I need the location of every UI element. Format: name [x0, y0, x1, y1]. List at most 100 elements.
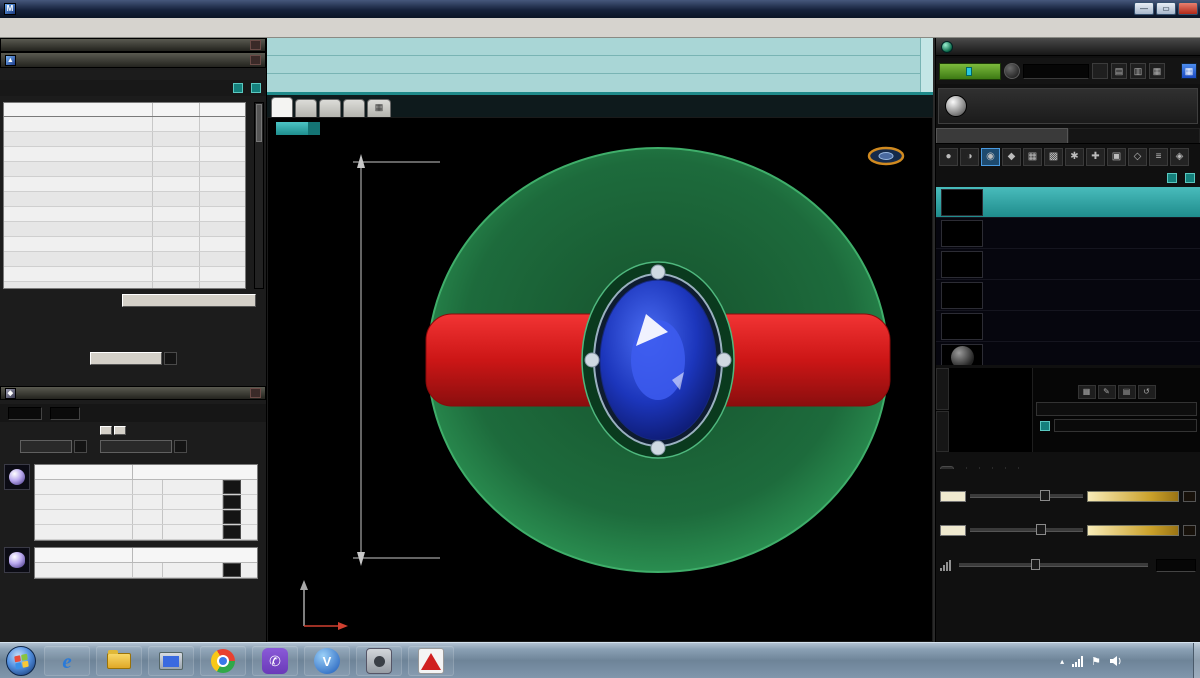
render-button[interactable]: [939, 62, 1001, 80]
grid-icon[interactable]: ▦: [1077, 385, 1096, 399]
menu-item-view[interactable]: [28, 26, 42, 30]
vray-header[interactable]: [936, 38, 1200, 56]
save-report-arrow-icon[interactable]: [174, 440, 187, 453]
gv-toggle-icon[interactable]: [233, 83, 243, 93]
triangle-app-icon[interactable]: [408, 646, 454, 676]
slider-thumb[interactable]: [1030, 559, 1040, 570]
command-area[interactable]: [267, 38, 933, 95]
explorer-folder-icon[interactable]: [96, 646, 142, 676]
menu-item-file[interactable]: [0, 26, 14, 30]
close-button[interactable]: [1178, 2, 1198, 15]
use-object-materials-button[interactable]: [122, 294, 256, 307]
calculate-button[interactable]: [90, 352, 162, 365]
menu-item-mesh[interactable]: [84, 26, 98, 30]
ground-plane-select[interactable]: [1054, 419, 1197, 432]
menu-item-curve[interactable]: [42, 26, 56, 30]
table-row[interactable]: [4, 282, 245, 288]
render-sphere-icon[interactable]: [1004, 63, 1020, 79]
material-item-akoya-black[interactable]: [936, 218, 1200, 249]
menu-item-help[interactable]: [210, 26, 224, 30]
diamond-icon[interactable]: ◆: [1002, 148, 1021, 166]
prev-material-icon[interactable]: [936, 368, 949, 410]
menu-item-rhino[interactable]: [168, 26, 182, 30]
chevron-down-icon[interactable]: [308, 122, 320, 135]
update-arrow-icon[interactable]: [74, 440, 87, 453]
tab-properties[interactable]: [954, 467, 967, 469]
gem-row[interactable]: [35, 480, 257, 495]
material-item-coral-red[interactable]: [936, 280, 1200, 311]
style-select[interactable]: [938, 88, 1198, 124]
copy-icon[interactable]: ▤: [1117, 385, 1136, 399]
tab-side-view[interactable]: [319, 99, 341, 117]
tab-toon[interactable]: [993, 467, 1006, 469]
metal-weights-header[interactable]: ▲: [0, 52, 266, 68]
tab-top[interactable]: [271, 97, 293, 117]
refresh-icon[interactable]: ↺: [1137, 385, 1156, 399]
preview-icon[interactable]: ◑: [960, 148, 979, 166]
menu-item-edit[interactable]: [14, 26, 28, 30]
overtone-end-swatch[interactable]: [1183, 524, 1196, 536]
slider-track[interactable]: [970, 490, 1083, 501]
add-view-tab[interactable]: ▦: [367, 99, 391, 117]
minimize-button[interactable]: —: [1134, 2, 1154, 15]
slider-thumb[interactable]: [1040, 490, 1051, 501]
gem-row[interactable]: [35, 495, 257, 510]
command-scrollbar[interactable]: [920, 38, 933, 92]
menu-item-surface[interactable]: [56, 26, 70, 30]
tab-scene-editor[interactable]: [1068, 128, 1200, 143]
lamp-icon[interactable]: ◈: [1170, 148, 1189, 166]
close-icon[interactable]: [250, 55, 261, 65]
table-row[interactable]: [4, 162, 245, 177]
calculate-arrow-icon[interactable]: [164, 352, 177, 365]
slider-track[interactable]: [970, 524, 1083, 535]
show-desktop-button[interactable]: [1193, 643, 1200, 678]
gem-row-arrow-icon[interactable]: [223, 563, 241, 577]
resolution-select[interactable]: [1023, 63, 1089, 79]
gem-row-arrow-icon[interactable]: [223, 495, 241, 509]
gem-row-arrow-icon[interactable]: [223, 510, 241, 524]
v-app-icon[interactable]: V: [304, 646, 350, 676]
tray-expand-icon[interactable]: ▴: [1060, 657, 1064, 666]
layers-icon[interactable]: ▣: [1107, 148, 1126, 166]
gem-row[interactable]: [35, 563, 257, 578]
save-report-button[interactable]: [100, 440, 172, 453]
table-row[interactable]: [4, 132, 245, 147]
edit-icon[interactable]: ✎: [1097, 385, 1116, 399]
user-toggle-icon[interactable]: [251, 83, 261, 93]
gem-row[interactable]: [35, 525, 257, 540]
tab-scene[interactable]: [980, 467, 993, 469]
frame-buffer-icon[interactable]: ▦: [1149, 63, 1165, 79]
history-back-icon[interactable]: [1092, 63, 1108, 79]
table-row[interactable]: [4, 252, 245, 267]
gumball-icon[interactable]: [867, 146, 905, 166]
gem-icon[interactable]: ◇: [1128, 148, 1147, 166]
plus-icon[interactable]: ✚: [1086, 148, 1105, 166]
checker-icon[interactable]: ▦: [1023, 148, 1042, 166]
menu-item-tools[interactable]: [126, 26, 140, 30]
table-row[interactable]: [4, 192, 245, 207]
material-item-partial[interactable]: [936, 342, 1200, 365]
media-player-icon[interactable]: [148, 646, 194, 676]
material-item-golden[interactable]: [936, 311, 1200, 342]
menu-item-tsplines[interactable]: [196, 26, 210, 30]
action-flag-icon[interactable]: ⚑: [1091, 655, 1101, 668]
options-icon[interactable]: ▦: [1181, 63, 1197, 79]
menu-item-dimension[interactable]: [98, 26, 112, 30]
command-prompt[interactable]: [267, 56, 933, 74]
internet-explorer-icon[interactable]: e: [44, 646, 90, 676]
close-icon[interactable]: [250, 40, 261, 50]
tab-perspective[interactable]: [343, 99, 365, 117]
network-icon[interactable]: [1072, 655, 1084, 667]
gem-row[interactable]: [35, 510, 257, 525]
body-color-swatch[interactable]: [940, 490, 966, 502]
table-row[interactable]: [4, 267, 245, 282]
list-icon[interactable]: ≡: [1149, 148, 1168, 166]
overtone-gradient[interactable]: [1087, 524, 1179, 536]
next-material-icon[interactable]: [936, 410, 949, 452]
gem-row-arrow-icon[interactable]: [223, 525, 241, 539]
table-row[interactable]: [4, 117, 245, 132]
grid-icon[interactable]: ▩: [1044, 148, 1063, 166]
weight-spinner[interactable]: [100, 426, 126, 435]
spinner-up-icon[interactable]: [100, 426, 112, 435]
region-render-icon[interactable]: ▥: [1130, 63, 1146, 79]
